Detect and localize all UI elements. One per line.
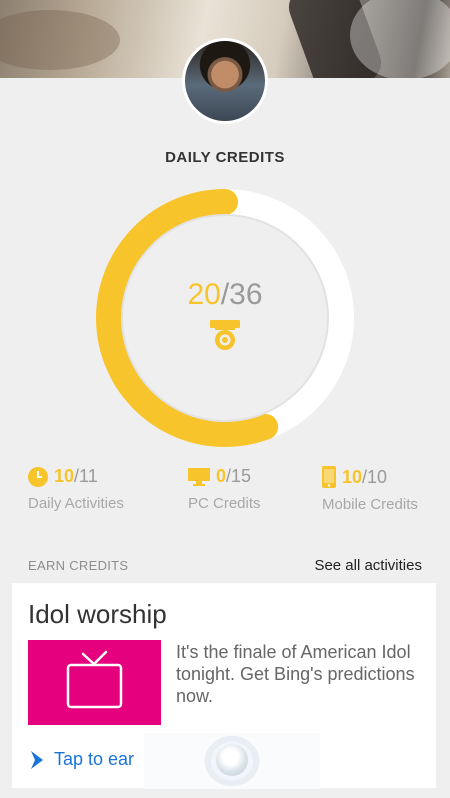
page-title: DAILY CREDITS bbox=[165, 149, 285, 166]
avatar[interactable] bbox=[182, 38, 268, 124]
tap-label: Tap to ear bbox=[54, 749, 135, 769]
tv-icon bbox=[66, 650, 123, 709]
webcam-icon bbox=[210, 320, 240, 350]
stat-mobile-credits: 10/10 Mobile Credits bbox=[322, 466, 450, 513]
stat-label: Daily Activities bbox=[28, 495, 124, 512]
see-all-activities-link[interactable]: See all activities bbox=[314, 557, 422, 574]
credits-score: 20/36 bbox=[125, 278, 325, 312]
monitor-icon bbox=[188, 467, 210, 486]
credits-current: 20 bbox=[187, 278, 221, 311]
touch-indicator bbox=[144, 733, 320, 789]
stat-label: PC Credits bbox=[188, 495, 261, 512]
clock-icon bbox=[28, 466, 48, 487]
stat-daily-activities: 10/11 Daily Activities bbox=[28, 466, 178, 512]
phone-icon bbox=[322, 466, 336, 488]
stat-pc-credits: 0/15 PC Credits bbox=[188, 466, 338, 512]
stat-label: Mobile Credits bbox=[322, 496, 418, 513]
credits-total: /36 bbox=[220, 278, 263, 311]
card-thumbnail bbox=[28, 640, 161, 725]
chevron-right-icon bbox=[31, 750, 43, 769]
tap-to-earn-button[interactable]: Tap to ear bbox=[30, 749, 134, 770]
earn-credits-heading: EARN CREDITS bbox=[28, 558, 129, 573]
card-title: Idol worship bbox=[28, 599, 167, 629]
card-description: It's the finale of American Idol tonight… bbox=[176, 642, 415, 706]
